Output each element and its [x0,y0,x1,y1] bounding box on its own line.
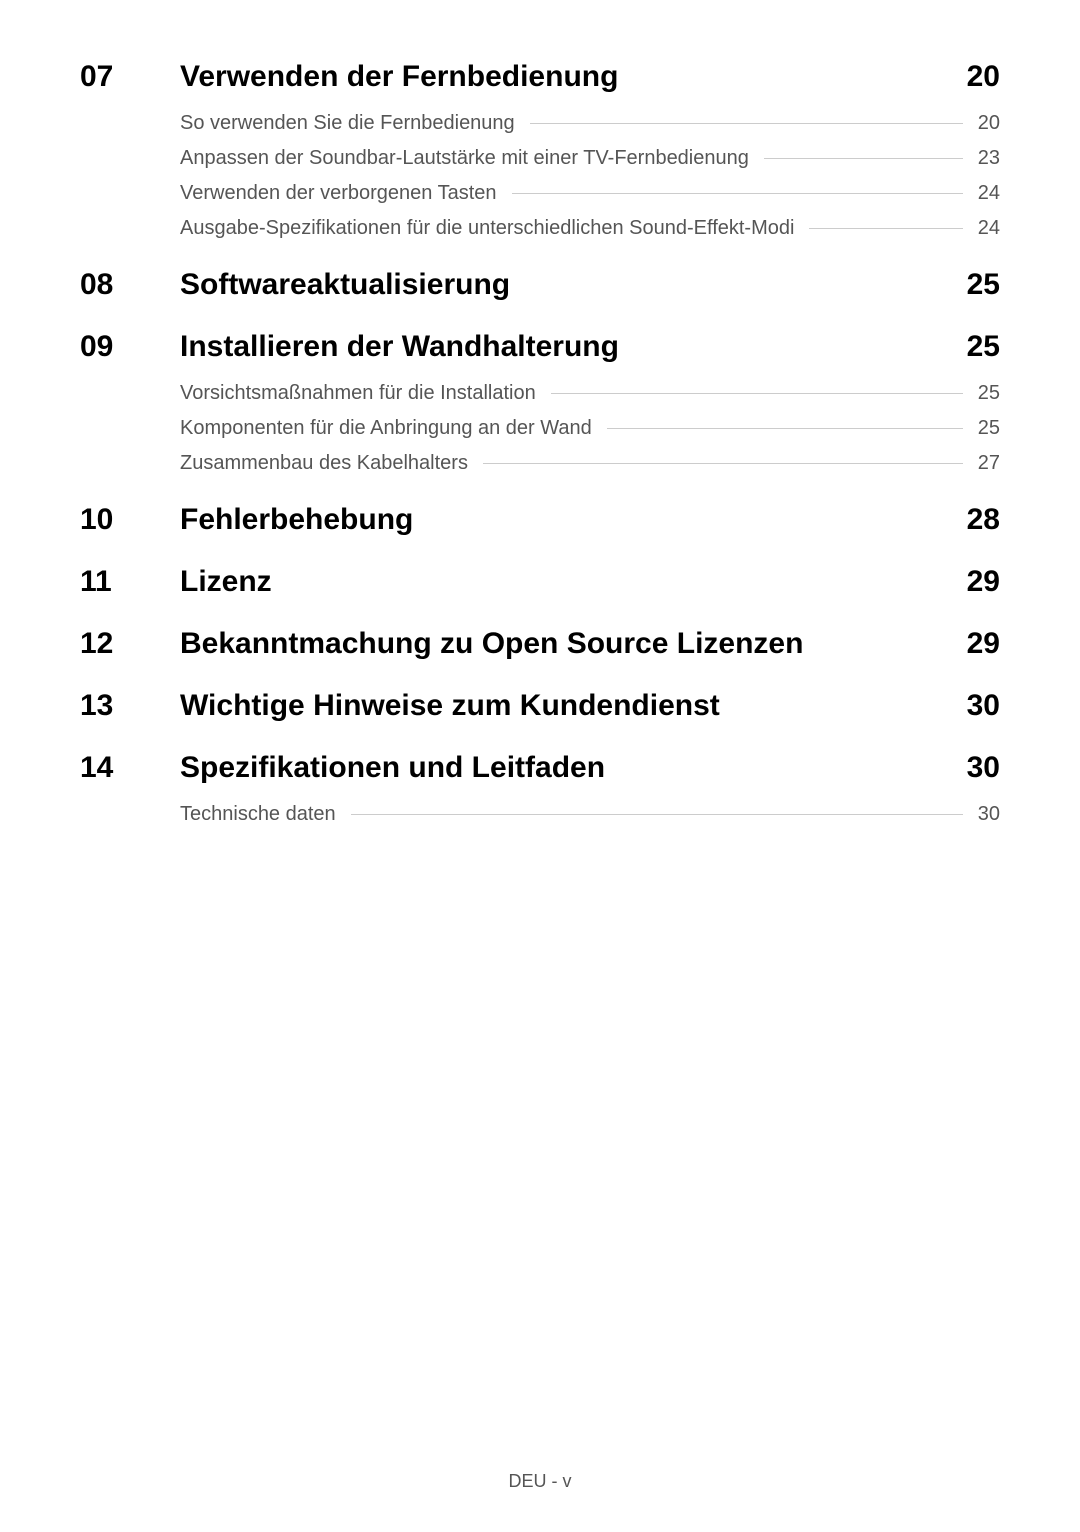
toc-subitem: Verwenden der verborgenen Tasten 24 [180,182,1000,205]
sub-title: Technische daten [180,803,351,826]
section-number: 10 [80,503,180,537]
sub-title: Vorsichtsmaßnahmen für die Installation [180,382,551,405]
toc-section: 14 Spezifikationen und Leitfaden 30 [80,751,1000,785]
section-page: 28 [967,503,1000,537]
sub-page: 25 [963,417,1000,440]
section-title: Lizenz [180,565,947,599]
section-number: 13 [80,689,180,723]
section-title: Fehlerbehebung [180,503,947,537]
toc-section: 08 Softwareaktualisierung 25 [80,268,1000,302]
sub-title: Anpassen der Soundbar-Lautstärke mit ein… [180,147,764,170]
toc-section: 13 Wichtige Hinweise zum Kundendienst 30 [80,689,1000,723]
leader-line [351,814,963,815]
toc-section: 10 Fehlerbehebung 28 [80,503,1000,537]
leader-line [607,428,963,429]
sub-page: 20 [963,112,1000,135]
toc-subitem: Technische daten 30 [180,803,1000,826]
section-page: 29 [967,565,1000,599]
leader-line [512,193,963,194]
sub-page: 30 [963,803,1000,826]
toc-subitem: Anpassen der Soundbar-Lautstärke mit ein… [180,147,1000,170]
sub-title: Ausgabe-Spezifikationen für die untersch… [180,217,809,240]
toc-subitem: Vorsichtsmaßnahmen für die Installation … [180,382,1000,405]
section-number: 14 [80,751,180,785]
section-number: 08 [80,268,180,302]
section-title: Verwenden der Fernbedienung [180,60,947,94]
toc-section: 09 Installieren der Wandhalterung 25 [80,330,1000,364]
section-title: Installieren der Wandhalterung [180,330,947,364]
section-page: 30 [967,751,1000,785]
leader-line [551,393,963,394]
table-of-contents: 07 Verwenden der Fernbedienung 20 So ver… [80,60,1000,826]
sub-title: Komponenten für die Anbringung an der Wa… [180,417,607,440]
sub-page: 25 [963,382,1000,405]
section-page: 29 [967,627,1000,661]
sub-title: Verwenden der verborgenen Tasten [180,182,512,205]
sub-page: 24 [963,217,1000,240]
section-number: 07 [80,60,180,94]
toc-section: 12 Bekanntmachung zu Open Source Lizenze… [80,627,1000,661]
leader-line [809,228,962,229]
leader-line [483,463,963,464]
toc-subitem: Komponenten für die Anbringung an der Wa… [180,417,1000,440]
leader-line [530,123,963,124]
toc-subitem: Zusammenbau des Kabelhalters 27 [180,452,1000,475]
sub-page: 24 [963,182,1000,205]
page-footer: DEU - v [0,1471,1080,1492]
section-page: 20 [967,60,1000,94]
sub-page: 27 [963,452,1000,475]
section-page: 25 [967,330,1000,364]
section-number: 12 [80,627,180,661]
sub-page: 23 [963,147,1000,170]
section-title: Spezifikationen und Leitfaden [180,751,947,785]
sub-title: Zusammenbau des Kabelhalters [180,452,483,475]
section-title: Wichtige Hinweise zum Kundendienst [180,689,947,723]
toc-subitem: So verwenden Sie die Fernbedienung 20 [180,112,1000,135]
toc-section: 11 Lizenz 29 [80,565,1000,599]
section-number: 11 [80,565,180,599]
section-title: Softwareaktualisierung [180,268,947,302]
section-page: 25 [967,268,1000,302]
leader-line [764,158,963,159]
sub-title: So verwenden Sie die Fernbedienung [180,112,530,135]
section-title: Bekanntmachung zu Open Source Lizenzen [180,627,947,661]
section-number: 09 [80,330,180,364]
toc-subitem: Ausgabe-Spezifikationen für die untersch… [180,217,1000,240]
toc-section: 07 Verwenden der Fernbedienung 20 [80,60,1000,94]
section-page: 30 [967,689,1000,723]
